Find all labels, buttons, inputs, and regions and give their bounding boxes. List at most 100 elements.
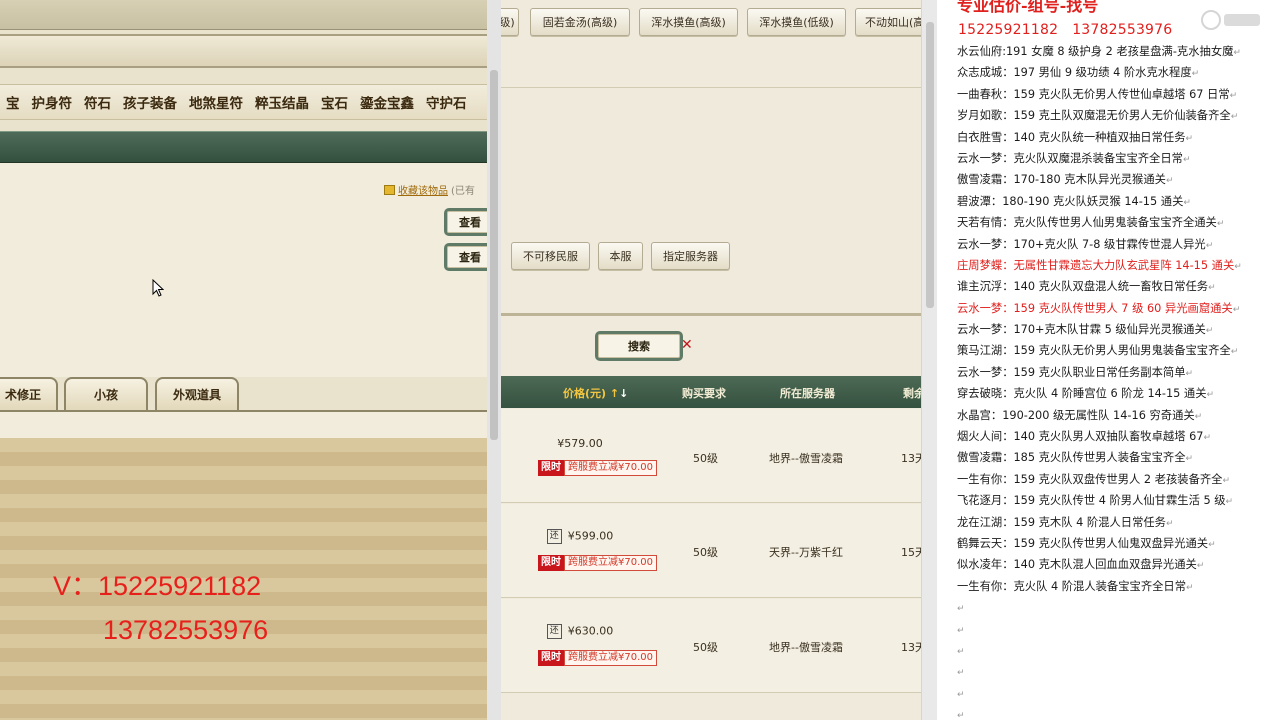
scrollbar-thumb[interactable] [926,22,934,308]
filter-button[interactable]: 浑水摸鱼(低级) [747,8,846,36]
tab-label: 小孩 [93,388,118,402]
scrollbar-thumb[interactable] [490,70,498,440]
server-name: 地界--傲雪凌霜 [769,641,843,654]
paragraph-mark-icon: ↵ [957,646,965,657]
filter-section [501,48,921,88]
doc-line-text: 烟火人间：140 克火队男人双抽队畜牧卓越塔 67 [957,430,1204,444]
doc-line-text: 一生有你：159 克火队双盘传世男人 2 老孩装备齐全 [957,472,1223,486]
category-item[interactable]: 符石 [78,92,117,112]
paragraph-mark-icon: ↵ [1191,69,1200,80]
tab-child[interactable]: 小孩 [64,377,148,410]
category-item[interactable]: 粹玉结晶 [249,92,315,112]
doc-line: 鹤舞云天：159 克火队传世男人仙鬼双盘异光通关↵ [957,533,1277,554]
doc-line: 天若有情：克火队传世男人仙男鬼装备宝宝齐全通关↵ [957,212,1277,233]
doc-line-text: 水晶宫：190-200 级无属性队 14-16 穷奇通关 [957,408,1195,422]
level-requirement: 50级 [693,546,718,559]
table-row[interactable]: ¥579.00 限时 跨服费立减¥70.00 50级 地界--傲雪凌霜 13天 [501,409,921,503]
category-item[interactable]: 地煞星符 [183,92,249,112]
paragraph-mark-icon: ↵ [1208,539,1216,550]
category-item[interactable]: 守护石 [420,92,473,112]
middle-scrollbar[interactable] [921,0,937,720]
paragraph-mark-icon: ↵ [1196,561,1205,572]
price-column-label: 价格(元) [563,387,607,400]
promo-tag: 限时 [538,460,564,476]
doc-line-text: 白衣胜雪：140 克火队统一种植双抽日常任务 [957,130,1186,144]
doc-line: 云水一梦：170+克火队 7-8 级甘霖传世混人异光↵ [957,234,1277,255]
doc-line-text: 庄周梦蝶：无属性甘霖遗忘大力队玄武星阵 14-15 通关 [957,258,1235,272]
doc-line-text: 碧波潭：180-190 克火队妖灵猴 14-15 通关 [957,194,1184,208]
remaining-time: 13天 [901,452,921,465]
doc-line: 傲雪凌霜：170-180 克木队异光灵猴通关↵ [957,169,1277,190]
watermark-logo-icon [1200,8,1264,32]
close-icon[interactable]: ✕ [681,337,693,353]
paragraph-mark-icon: ↵ [957,689,965,700]
contact-phone: 15225921182 [98,571,262,601]
returnable-icon: 还 [546,624,562,639]
filter-label: 级) [501,16,515,29]
doc-line: 岁月如歌：159 克土队双魔混无价男人无价仙装备齐全↵ [957,105,1277,126]
sort-descending-icon[interactable]: ↓ [619,387,628,400]
doc-line-text: 似水凌年：140 克木队混人回血血双盘异光通关 [957,558,1197,572]
doc-line: 龙在江湖：159 克木队 4 阶混人日常任务↵ [957,512,1277,533]
promo-badge: 限时 跨服费立减¥70.00 [538,650,657,666]
left-scrollbar[interactable] [487,0,501,720]
contact-overlay: V：15225921182 13782553976 [53,564,268,652]
filter-button[interactable]: 指定服务器 [651,242,730,270]
category-item[interactable]: 孩子装备 [117,92,183,112]
paragraph-mark-icon: ↵ [1205,326,1214,337]
table-row[interactable]: 还 ¥599.00 限时 跨服费立减¥70.00 50级 天界--万紫千红 15天 [501,504,921,598]
doc-line: 碧波潭：180-190 克火队妖灵猴 14-15 通关↵ [957,191,1277,212]
search-button[interactable]: 搜索 [595,331,683,361]
sort-ascending-icon[interactable]: ↑ [610,387,619,400]
table-row[interactable]: 还 ¥630.00 限时 跨服费立减¥70.00 50级 地界--傲雪凌霜 13天 [501,599,921,693]
server-column-header: 所在服务器 [780,387,835,400]
doc-line: 水云仙府:191 女魔 8 级护身 2 老孩星盘满-克水抽女魔↵ [957,41,1277,62]
favorite-link[interactable]: 收藏该物品 (已有 [384,182,475,197]
doc-line: 庄周梦蝶：无属性甘霖遗忘大力队玄武星阵 14-15 通关↵ [957,255,1277,276]
filter-button[interactable]: 不可移民服 [511,242,590,270]
filter-button[interactable]: 不动如山(高 [855,8,921,36]
tab-label: 外观道具 [172,388,221,402]
filter-button[interactable]: 级) [501,8,519,36]
shop-panel: 级) 固若金汤(高级) 浑水摸鱼(高级) 浑水摸鱼(低级) 不动如山(高 不可移… [501,0,921,720]
item-header-bar [0,131,487,163]
mouse-cursor-icon [152,279,164,297]
promo-badge: 限时 跨服费立减¥70.00 [538,555,657,571]
paragraph-mark-icon: ↵ [1230,347,1239,358]
doc-line-text: 岁月如歌：159 克土队双魔混无价男人无价仙装备齐全 [957,109,1231,123]
paragraph-mark-icon: ↵ [1186,582,1194,593]
tab-appearance[interactable]: 外观道具 [155,377,239,410]
paragraph-mark-icon: ↵ [1182,154,1191,165]
paragraph-mark-icon: ↵ [1233,48,1241,58]
category-item[interactable]: 宝 [0,92,26,112]
doc-line: ↵ [957,640,1277,661]
category-item[interactable]: 鎏金宝鑫 [354,92,420,112]
view-button-label: 查看 [459,251,481,264]
doc-line: 傲雪凌霜：185 克火队传世男人装备宝宝齐全↵ [957,447,1277,468]
price-column-header[interactable]: 价格(元) ↑↓ [563,385,628,401]
doc-line-text: 飞花逐月：159 克火队传世 4 阶男人仙甘霖生活 5 级 [957,494,1226,508]
promo-tag: 限时 [538,555,564,571]
doc-line: 似水凌年：140 克木队混人回血血双盘异光通关↵ [957,554,1277,575]
filter-button[interactable]: 浑水摸鱼(高级) [639,8,738,36]
doc-line: ↵ [957,597,1277,618]
paragraph-mark-icon: ↵ [1208,283,1216,294]
view-button[interactable]: 查看 [444,208,487,236]
doc-line: 飞花逐月：159 克火队传世 4 阶男人仙甘霖生活 5 级↵ [957,490,1277,511]
view-button[interactable]: 查看 [444,243,487,271]
remaining-time: 15天 [901,546,921,559]
doc-line-text: 谁主沉浮：140 克火队双盘混人统一畜牧日常任务 [957,280,1209,294]
category-item[interactable]: 宝石 [315,92,354,112]
filter-button[interactable]: 本服 [598,242,643,270]
requirement-column-header: 购买要求 [682,387,726,400]
paragraph-mark-icon: ↵ [957,604,965,615]
category-item[interactable]: 护身符 [26,92,79,112]
promo-text: 跨服费立减¥70.00 [564,650,657,666]
tab-spell-fix[interactable]: 术修正 [0,377,58,410]
filter-label: 本服 [609,250,632,263]
filter-button[interactable]: 固若金汤(高级) [530,8,630,36]
filter-row: 级) 固若金汤(高级) 浑水摸鱼(高级) 浑水摸鱼(低级) 不动如山(高 [501,8,921,40]
level-requirement: 50级 [693,641,718,654]
paragraph-mark-icon: ↵ [1216,219,1225,230]
filter-label: 浑水摸鱼(高级) [651,16,726,29]
